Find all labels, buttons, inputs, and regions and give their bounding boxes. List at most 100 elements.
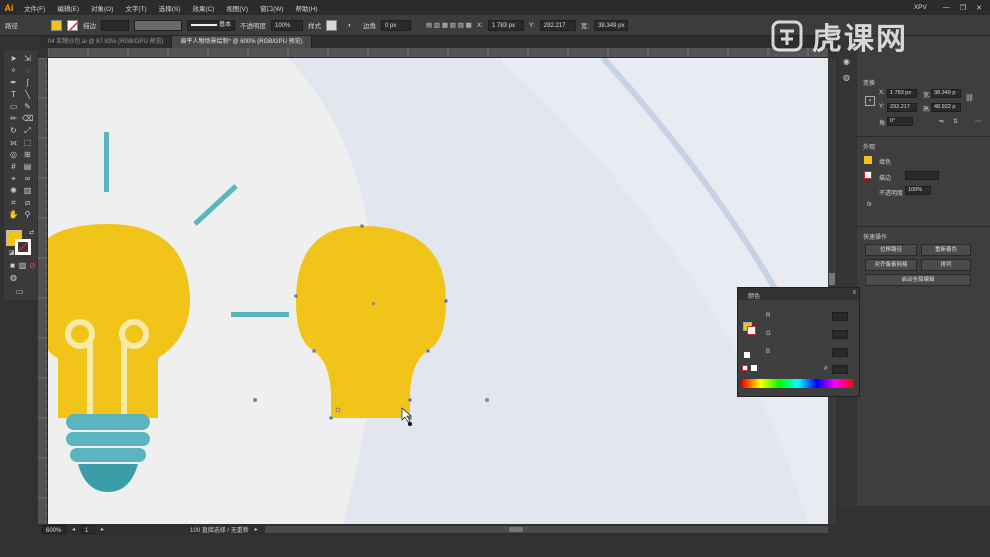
appearance-opacity-field[interactable]: 100%: [905, 186, 931, 195]
stroke-weight-field[interactable]: [101, 19, 129, 31]
direct-selection-tool-icon[interactable]: ⇲: [22, 53, 33, 64]
menu-window[interactable]: 窗口(W): [254, 3, 289, 13]
white-color-icon[interactable]: [751, 365, 757, 371]
w-field[interactable]: 38.349 px: [594, 19, 629, 31]
style-swatch[interactable]: [326, 19, 337, 31]
menu-help[interactable]: 帮助(H): [290, 3, 324, 13]
transform-w-field[interactable]: 38.349 p: [931, 89, 961, 98]
transform-x-field[interactable]: 1 783 px: [887, 89, 917, 98]
libraries-panel-icon[interactable]: ◍: [841, 72, 852, 83]
stroke-swatch[interactable]: [67, 19, 78, 31]
swap-colors-icon[interactable]: ⇄: [26, 228, 37, 239]
anchor-handle-left[interactable]: [253, 398, 257, 402]
transform-h-field[interactable]: 48.922 p: [931, 103, 961, 112]
menu-type[interactable]: 文字(T): [119, 3, 152, 13]
line-tool-icon[interactable]: ╲: [22, 89, 33, 100]
perspective-grid-icon[interactable]: ⊞: [22, 149, 33, 160]
column-graph-icon[interactable]: ▥: [22, 185, 33, 196]
selection-tool-icon[interactable]: ➤: [8, 53, 19, 64]
offset-path-button[interactable]: 位移路径: [865, 244, 917, 256]
stroke-color-swatch[interactable]: [15, 239, 31, 255]
artboard-number-field[interactable]: 1: [81, 525, 96, 534]
color-spectrum-bar[interactable]: [742, 379, 854, 388]
menu-select[interactable]: 选择(S): [153, 3, 187, 13]
y-field[interactable]: 292.217: [539, 19, 576, 31]
tab-doc-1[interactable]: 04 实物沙包.ai @ 87.83% (RGB/GPU 预览): [40, 36, 173, 48]
arrange-button[interactable]: 排列: [921, 259, 971, 271]
page-next-icon[interactable]: ▸: [101, 526, 104, 533]
magic-wand-icon[interactable]: ✧: [8, 65, 19, 76]
hand-tool-icon[interactable]: ✋: [8, 209, 19, 220]
color-panel-stroke-swatch[interactable]: [747, 326, 756, 335]
menu-edit[interactable]: 编辑(E): [51, 3, 85, 13]
eraser-icon[interactable]: ⌫: [22, 113, 33, 124]
flip-horizontal-icon[interactable]: ⇋: [939, 118, 944, 125]
anchor-handle-right[interactable]: [485, 398, 489, 402]
lasso-icon[interactable]: ◌: [22, 65, 33, 76]
color-b-field[interactable]: [832, 348, 848, 357]
minimize-button[interactable]: —: [943, 4, 950, 11]
color-panel-header[interactable]: 颜色 ≡: [738, 288, 859, 300]
rectangle-tool-icon[interactable]: ▭: [8, 101, 19, 112]
slice-tool-icon[interactable]: ⧄: [22, 197, 33, 208]
zoom-tool-icon[interactable]: ⚲: [22, 209, 33, 220]
paintbrush-icon[interactable]: ✎: [22, 101, 33, 112]
more-options-icon[interactable]: ⋯: [975, 118, 981, 125]
variable-width-field[interactable]: [134, 19, 182, 31]
tab-doc-2[interactable]: 扁平人物场景绘制* @ 600% (RGB/GPU 预览): [172, 36, 312, 48]
opacity-field[interactable]: 100%: [271, 19, 303, 31]
pen-tool-icon[interactable]: ✒: [8, 77, 19, 88]
draw-mode-icon[interactable]: ◍: [8, 272, 19, 283]
width-tool-icon[interactable]: ⟗: [8, 137, 19, 148]
blend-tool-icon[interactable]: ∞: [22, 173, 33, 184]
appearance-fill-swatch[interactable]: [864, 156, 872, 164]
default-colors-icon[interactable]: ◪: [6, 248, 17, 259]
page-prev-icon[interactable]: ◂: [72, 526, 75, 533]
recolor-button[interactable]: 重新着色: [921, 244, 971, 256]
none-mode-icon[interactable]: ⊘: [27, 260, 38, 271]
fill-swatch[interactable]: [51, 19, 62, 31]
maximize-button[interactable]: ❐: [960, 4, 966, 12]
free-transform-icon[interactable]: ⬚: [22, 137, 33, 148]
workspace-switcher[interactable]: XPV: [908, 4, 933, 11]
gradient-tool-icon[interactable]: ▤: [22, 161, 33, 172]
color-g-field[interactable]: [832, 330, 848, 339]
appearance-stroke-field[interactable]: [905, 171, 939, 180]
recolor-icon[interactable]: ◐: [348, 22, 352, 29]
artboard-canvas[interactable]: [48, 58, 828, 524]
menu-view[interactable]: 视图(V): [220, 3, 254, 13]
appearance-stroke-swatch[interactable]: [864, 171, 872, 179]
effects-fx-label[interactable]: fx: [867, 202, 872, 208]
curvature-tool-icon[interactable]: ∫: [22, 77, 33, 88]
menu-object[interactable]: 对象(O): [85, 3, 119, 13]
shape-builder-icon[interactable]: ◎: [8, 149, 19, 160]
x-field[interactable]: 1 783 px: [487, 19, 524, 31]
transform-y-field[interactable]: 292.217: [887, 103, 917, 112]
menu-file[interactable]: 文件(F): [18, 3, 51, 13]
mesh-tool-icon[interactable]: #: [8, 161, 19, 172]
vertical-scroll-thumb[interactable]: [829, 273, 835, 285]
corner-field[interactable]: 0 px: [380, 19, 411, 31]
horizontal-scroll-thumb[interactable]: [509, 527, 523, 532]
reference-point-icon[interactable]: ▪: [865, 96, 875, 106]
color-panel-menu-icon[interactable]: ≡: [852, 290, 856, 296]
global-edit-dropdown[interactable]: 启动全局编辑: [865, 274, 971, 286]
horizontal-scrollbar[interactable]: [265, 526, 828, 533]
color-r-field[interactable]: [832, 312, 848, 321]
transform-angle-field[interactable]: 0°: [887, 117, 913, 126]
constrain-proportions-icon[interactable]: ⛓: [965, 94, 974, 102]
screen-mode-icon[interactable]: ▭: [14, 286, 25, 297]
symbol-sprayer-icon[interactable]: ✺: [8, 185, 19, 196]
status-menu-icon[interactable]: ▸: [255, 526, 258, 533]
scale-tool-icon[interactable]: ⤢: [22, 125, 33, 136]
rotate-tool-icon[interactable]: ↻: [8, 125, 19, 136]
artboard-tool-icon[interactable]: ⌗: [8, 197, 19, 208]
flip-vertical-icon[interactable]: ⇅: [953, 118, 958, 125]
close-button[interactable]: ✕: [976, 4, 982, 12]
align-icon[interactable]: ▤ ▥ ▦ ▧ ▨ ▩: [426, 21, 472, 29]
stroke-profile-field[interactable]: 基本: [187, 19, 235, 31]
zoom-level-field[interactable]: 600%: [42, 525, 66, 534]
type-tool-icon[interactable]: T: [8, 89, 19, 100]
menu-effect[interactable]: 效果(C): [186, 3, 220, 13]
align-pixel-grid-button[interactable]: 对齐像素网格: [865, 259, 917, 271]
